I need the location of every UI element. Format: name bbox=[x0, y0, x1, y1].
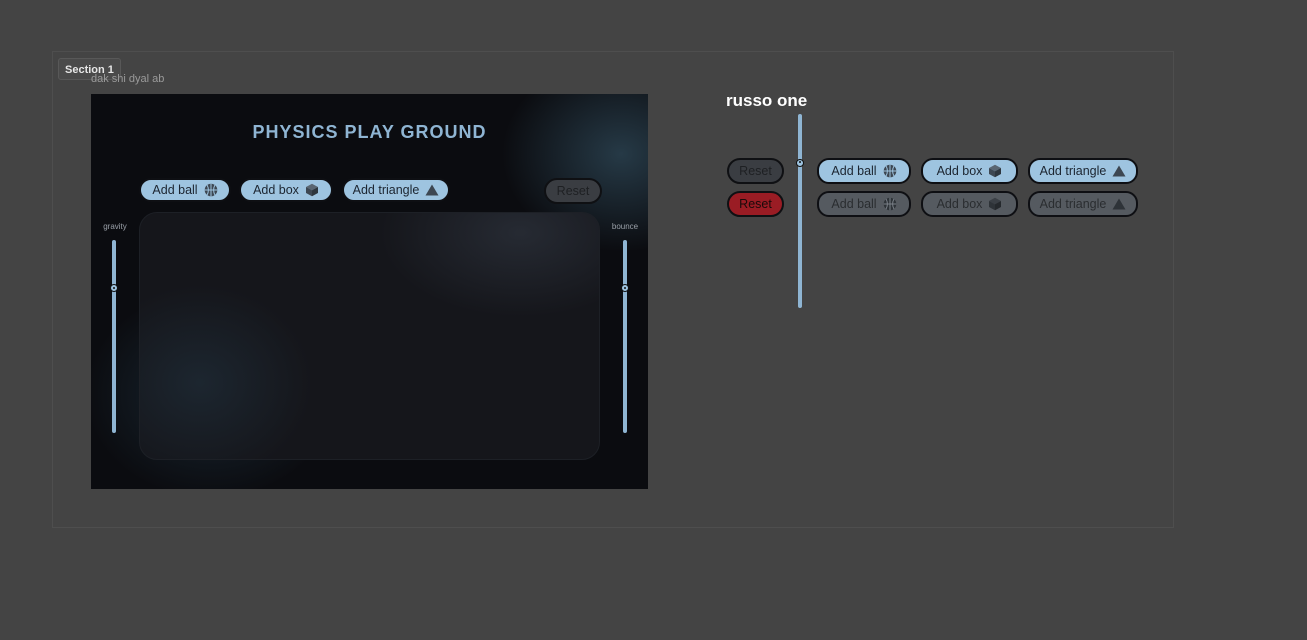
triangle-icon bbox=[425, 183, 439, 197]
reset-button-default[interactable]: Reset bbox=[727, 158, 784, 184]
add-ball-label: Add ball bbox=[152, 183, 198, 197]
add-box-label: Add box bbox=[936, 164, 983, 178]
vertical-slider-track[interactable] bbox=[798, 114, 802, 308]
add-ball-label: Add ball bbox=[831, 164, 877, 178]
physics-arena[interactable] bbox=[139, 212, 600, 460]
add-ball-button-disabled[interactable]: Add ball bbox=[817, 191, 911, 217]
gravity-slider-track[interactable] bbox=[112, 240, 116, 433]
bounce-label: bounce bbox=[611, 222, 639, 231]
reset-button[interactable]: Reset bbox=[544, 178, 602, 204]
triangle-icon bbox=[1112, 197, 1126, 211]
add-ball-label: Add ball bbox=[831, 197, 877, 211]
add-box-label: Add box bbox=[253, 183, 299, 197]
basketball-icon bbox=[883, 164, 897, 178]
bounce-slider-track[interactable] bbox=[623, 240, 627, 433]
triangle-icon bbox=[1112, 164, 1126, 178]
cube-icon bbox=[988, 164, 1002, 178]
gravity-label: gravity bbox=[103, 222, 127, 231]
physics-playground-frame: PHYSICS PLAY GROUND Add ball Add box Add… bbox=[91, 94, 648, 489]
add-box-button-variant[interactable]: Add box bbox=[921, 158, 1018, 184]
add-ball-button-variant[interactable]: Add ball bbox=[817, 158, 911, 184]
add-triangle-button-disabled[interactable]: Add triangle bbox=[1028, 191, 1138, 217]
add-triangle-button[interactable]: Add triangle bbox=[342, 178, 450, 202]
add-triangle-label: Add triangle bbox=[1039, 197, 1107, 211]
add-ball-button[interactable]: Add ball bbox=[139, 178, 231, 202]
font-label: russo one bbox=[726, 91, 808, 110]
add-triangle-label: Add triangle bbox=[1039, 164, 1107, 178]
gravity-slider-thumb[interactable] bbox=[110, 284, 118, 293]
add-triangle-button-variant[interactable]: Add triangle bbox=[1028, 158, 1138, 184]
add-box-button-disabled[interactable]: Add box bbox=[921, 191, 1018, 217]
cube-icon bbox=[988, 197, 1002, 211]
basketball-icon bbox=[204, 183, 218, 197]
bounce-slider-thumb[interactable] bbox=[621, 284, 629, 293]
vertical-slider-thumb[interactable] bbox=[796, 158, 804, 167]
page-title: PHYSICS PLAY GROUND bbox=[252, 122, 487, 142]
cube-icon bbox=[305, 183, 319, 197]
add-box-button[interactable]: Add box bbox=[239, 178, 333, 202]
reset-button-active[interactable]: Reset bbox=[727, 191, 784, 217]
add-triangle-label: Add triangle bbox=[352, 183, 420, 197]
add-box-label: Add box bbox=[936, 197, 983, 211]
basketball-icon bbox=[883, 197, 897, 211]
frame-label[interactable]: dak shi dyal ab bbox=[91, 73, 164, 85]
